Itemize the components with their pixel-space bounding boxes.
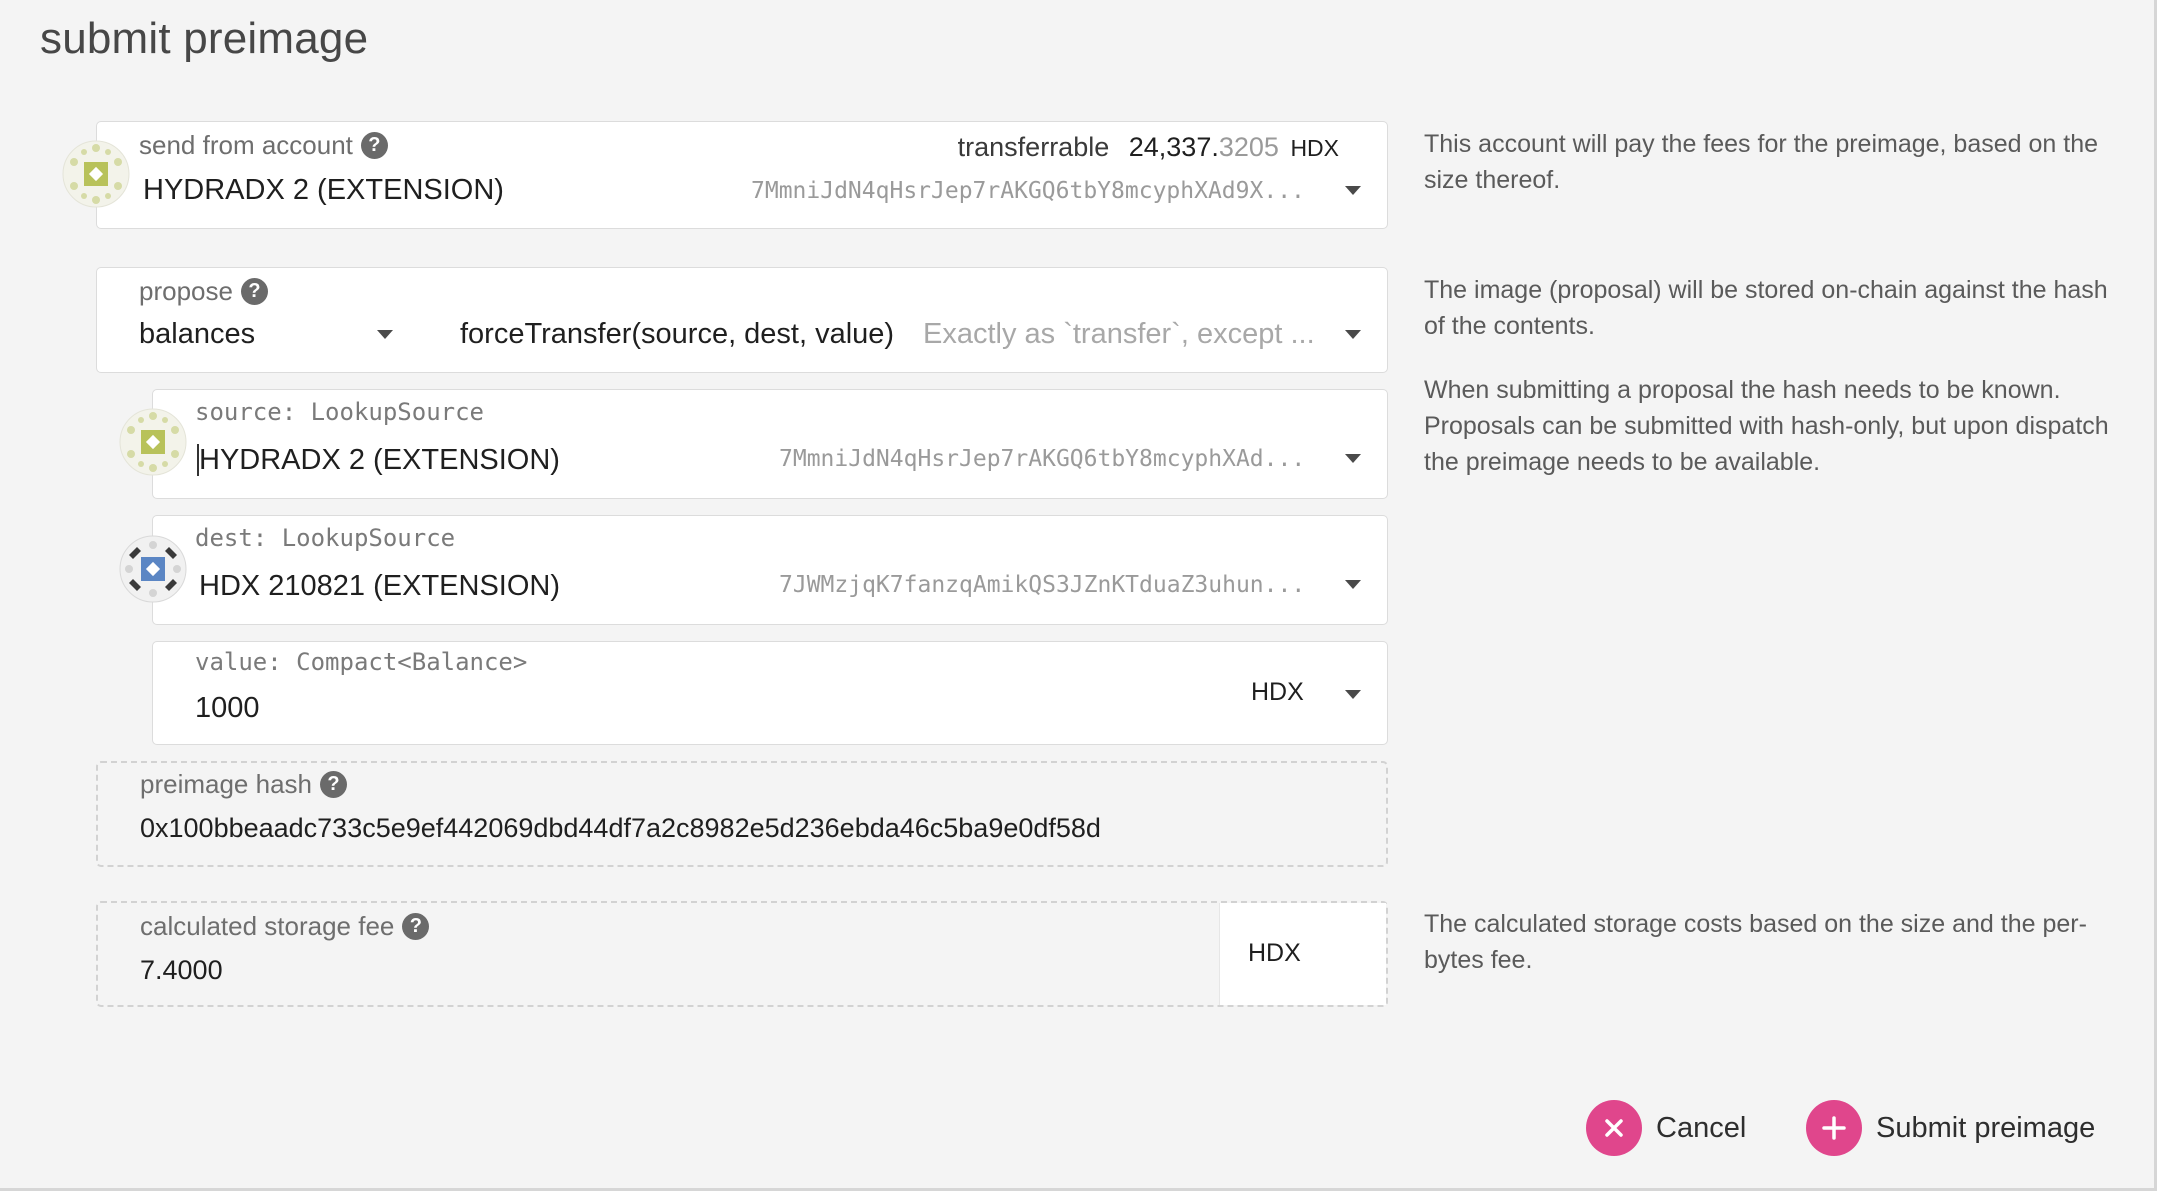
- balance-unit: HDX: [1290, 135, 1339, 161]
- storage-fee-label: calculated storage fee: [140, 911, 395, 941]
- propose-help: The image (proposal) will be stored on-c…: [1424, 272, 2124, 508]
- help-icon[interactable]: ?: [240, 278, 268, 305]
- propose-method-description: Exactly as `transfer`, except ...: [923, 318, 1315, 350]
- storage-fee-unit-box: HDX: [1219, 903, 1386, 1005]
- chevron-down-icon[interactable]: [377, 330, 393, 339]
- propose-label: propose: [139, 276, 233, 306]
- balance-decimals: 3205: [1218, 132, 1279, 162]
- plus-icon: [1806, 1100, 1862, 1156]
- cancel-label: Cancel: [1656, 1111, 1747, 1144]
- storage-fee-field: calculated storage fee ? 7.4000 HDX: [96, 901, 1388, 1007]
- send-from-label: send from account: [139, 130, 353, 160]
- preimage-hash-field: preimage hash ? 0x100bbeaadc733c5e9ef442…: [96, 761, 1388, 867]
- source-identicon-icon: [119, 408, 187, 476]
- propose-field: propose ? balances forceTransfer(source,…: [96, 267, 1388, 373]
- send-from-label-wrap: send from account ?: [139, 130, 388, 161]
- propose-label-wrap: propose ?: [139, 276, 268, 307]
- submit-preimage-modal: submit preimage send from account ? tran…: [0, 0, 2157, 1191]
- transferrable-wrap: transferrable 24,337.3205 HDX: [958, 132, 1339, 163]
- chevron-down-icon[interactable]: [1345, 454, 1361, 463]
- chevron-down-icon[interactable]: [1345, 330, 1361, 339]
- dest-identicon-icon: [119, 535, 187, 603]
- dest-account-name: HDX 210821 (EXTENSION): [199, 570, 561, 602]
- modal-title: submit preimage: [40, 14, 369, 63]
- chevron-down-icon[interactable]: [1345, 580, 1361, 589]
- submit-label: Submit preimage: [1876, 1111, 2096, 1144]
- account-identicon-icon: [62, 140, 130, 208]
- chevron-down-icon[interactable]: [1345, 186, 1361, 195]
- send-from-address: 7MmniJdN4qHsrJep7rAKGQ6tbY8mcyphXAd9X...: [751, 178, 1305, 204]
- value-param-field[interactable]: value: Compact<Balance> 1000 HDX: [152, 641, 1388, 745]
- preimage-hash-label: preimage hash: [140, 769, 312, 799]
- value-unit-select[interactable]: HDX: [1251, 678, 1304, 707]
- help-icon[interactable]: ?: [360, 132, 388, 159]
- preimage-hash-value: 0x100bbeaadc733c5e9ef442069dbd44df7a2c89…: [140, 813, 1101, 843]
- send-from-account-field[interactable]: send from account ? transferrable 24,337…: [96, 121, 1388, 229]
- source-param-field[interactable]: source: LookupSource HYDRADX 2 (EXTENSIO…: [152, 389, 1388, 499]
- storage-fee-unit: HDX: [1248, 939, 1301, 967]
- storage-fee-value: 7.4000: [140, 955, 223, 985]
- send-from-help: This account will pay the fees for the p…: [1424, 130, 2098, 194]
- propose-help-1: The image (proposal) will be stored on-c…: [1424, 276, 2108, 340]
- help-icon[interactable]: ?: [402, 913, 430, 940]
- propose-help-2: When submitting a proposal the hash need…: [1424, 376, 2109, 476]
- cancel-button[interactable]: Cancel: [1586, 1100, 1746, 1156]
- send-from-account-name: HYDRADX 2 (EXTENSION): [143, 174, 504, 206]
- propose-method-select[interactable]: forceTransfer(source, dest, value): [460, 318, 894, 351]
- storage-fee-label-wrap: calculated storage fee ?: [140, 911, 430, 942]
- source-param-label: source: LookupSource: [195, 398, 484, 426]
- dest-address: 7JWMzjqK7fanzqAmikQS3JZnKTduaZ3uhun...: [779, 572, 1306, 598]
- submit-preimage-button[interactable]: Submit preimage: [1806, 1100, 2095, 1156]
- close-icon: [1586, 1100, 1642, 1156]
- chevron-down-icon[interactable]: [1345, 690, 1361, 699]
- dest-param-field[interactable]: dest: LookupSource HDX 210821 (EXTENSION…: [152, 515, 1388, 625]
- help-icon[interactable]: ?: [320, 771, 347, 798]
- propose-section-select[interactable]: balances: [139, 318, 255, 351]
- storage-fee-help: The calculated storage costs based on th…: [1424, 910, 2087, 974]
- value-amount-input[interactable]: 1000: [195, 692, 260, 725]
- source-address: 7MmniJdN4qHsrJep7rAKGQ6tbY8mcyphXAd...: [779, 446, 1306, 472]
- dest-param-label: dest: LookupSource: [195, 524, 456, 552]
- preimage-hash-label-wrap: preimage hash ?: [140, 769, 347, 800]
- balance-main: 24,337.: [1128, 132, 1219, 162]
- transferrable-label: transferrable: [957, 132, 1110, 162]
- source-account-name: HYDRADX 2 (EXTENSION): [199, 444, 560, 476]
- value-param-label: value: Compact<Balance>: [195, 648, 528, 676]
